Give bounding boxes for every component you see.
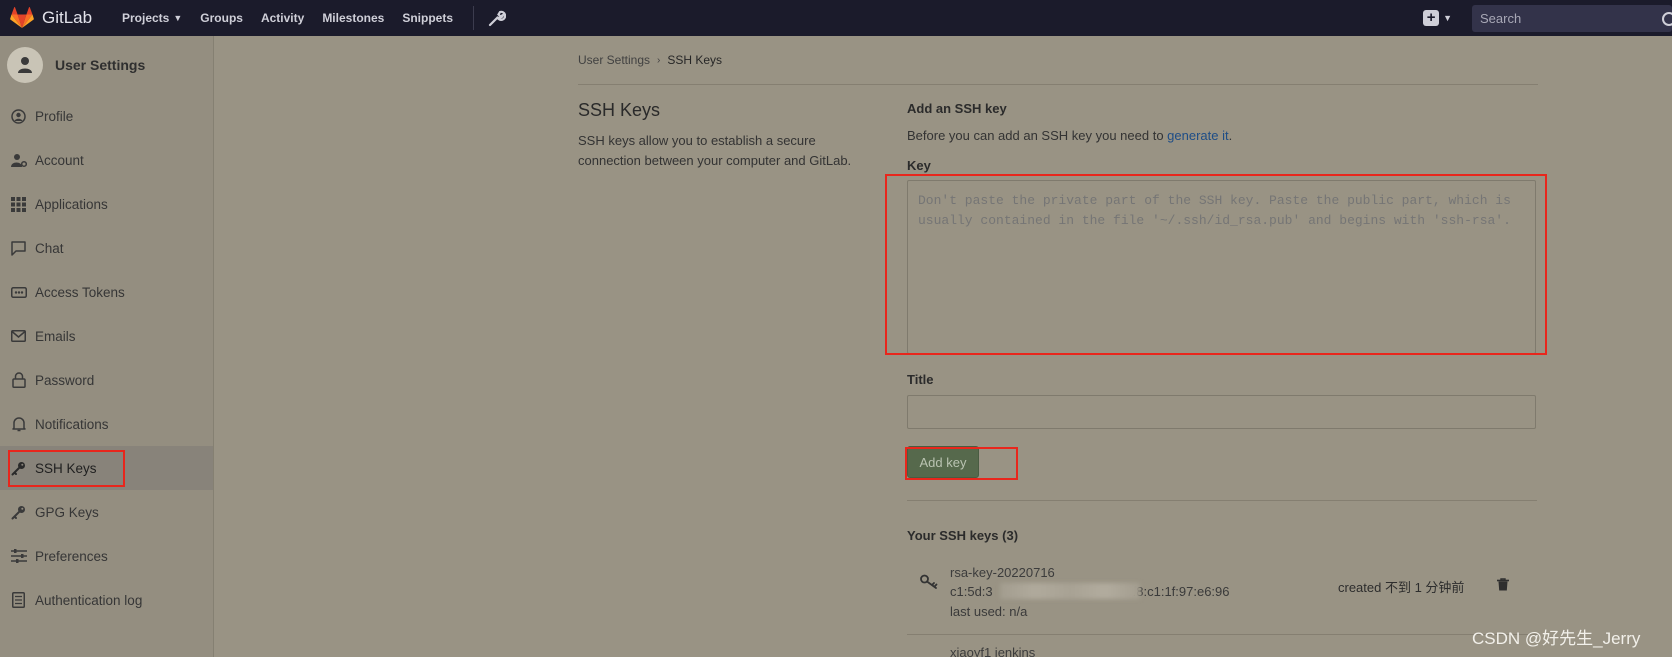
highlight-box <box>905 447 1018 480</box>
trash-icon[interactable] <box>1497 578 1509 594</box>
key-title-link[interactable]: xiaoyf1 jenkins <box>950 645 1035 657</box>
key-created-time: created 不到 1 分钟前 <box>1338 580 1465 595</box>
keys-list-heading: Your SSH keys (3) <box>907 528 1019 543</box>
sidebar-item-profile[interactable]: Profile <box>0 94 213 138</box>
sliders-icon <box>10 548 27 565</box>
form-help: Before you can add an SSH key you need t… <box>907 128 1537 143</box>
nav-projects[interactable]: Projects ▼ <box>122 11 182 25</box>
sidebar-header[interactable]: User Settings <box>0 36 213 94</box>
sidebar-item-label: Notifications <box>35 416 109 432</box>
key-last-used: last used: n/a <box>950 604 1028 619</box>
page-title: SSH Keys <box>578 100 661 120</box>
form-heading: Add an SSH key <box>907 101 1007 116</box>
token-icon <box>10 284 27 301</box>
chevron-down-icon: ▼ <box>173 13 183 23</box>
lock-icon <box>10 372 27 389</box>
divider <box>907 500 1537 501</box>
nav-divider <box>473 6 474 30</box>
redaction-blur <box>1000 583 1140 599</box>
admin-wrench-icon[interactable] <box>488 9 506 27</box>
sidebar-title: User Settings <box>55 57 146 73</box>
sidebar-item-label: GPG Keys <box>35 504 99 520</box>
sidebar-item-applications[interactable]: Applications <box>0 182 213 226</box>
sidebar-item-label: Emails <box>35 328 76 344</box>
sidebar-item-label: Applications <box>35 196 108 212</box>
sidebar-item-chat[interactable]: Chat <box>0 226 213 270</box>
key-label: Key <box>907 158 931 173</box>
sidebar-item-label: Preferences <box>35 548 108 564</box>
chevron-down-icon: ▼ <box>1443 13 1452 23</box>
sidebar-item-ssh-keys[interactable]: SSH Keys <box>0 446 213 490</box>
brand-name: GitLab <box>42 8 93 27</box>
sidebar-item-label: Account <box>35 152 84 168</box>
sidebar-item-password[interactable]: Password <box>0 358 213 402</box>
gitlab-logo[interactable]: GitLab <box>10 7 122 29</box>
sidebar-item-label: Password <box>35 372 95 388</box>
new-menu-button[interactable]: + ▼ <box>1423 10 1452 26</box>
sidebar-item-label: Profile <box>35 108 74 124</box>
divider <box>907 634 1537 635</box>
bell-icon <box>10 416 27 433</box>
section-description: SSH keys allow you to establish a secure… <box>578 133 852 168</box>
key-icon <box>920 574 938 593</box>
sidebar-item-label: Chat <box>35 240 64 256</box>
chat-icon <box>10 240 27 257</box>
user-avatar-icon <box>7 47 43 83</box>
fingerprint-start: c1:5d:3 <box>950 584 993 599</box>
chevron-right-icon: › <box>657 54 661 66</box>
title-label: Title <box>907 372 934 387</box>
log-icon <box>10 592 27 609</box>
sidebar-item-access-tokens[interactable]: Access Tokens <box>0 270 213 314</box>
breadcrumb-parent[interactable]: User Settings <box>578 53 650 67</box>
add-ssh-key-form: Add an SSH key Before you can add an SSH… <box>907 101 1537 143</box>
help-text: Before you can add an SSH key you need t… <box>907 128 1168 143</box>
sidebar-item-emails[interactable]: Emails <box>0 314 213 358</box>
highlight-box <box>8 449 125 487</box>
nav-snippets[interactable]: Snippets <box>402 11 453 25</box>
nav-projects-label: Projects <box>122 11 170 25</box>
profile-icon <box>10 108 27 125</box>
highlight-box <box>885 174 1547 355</box>
sidebar-item-preferences[interactable]: Preferences <box>0 534 213 578</box>
key-icon <box>10 504 27 521</box>
sidebar-item-gpg-keys[interactable]: GPG Keys <box>0 490 213 534</box>
settings-sidebar: User Settings Profile Account Applicatio… <box>0 36 214 657</box>
sidebar-item-notifications[interactable]: Notifications <box>0 402 213 446</box>
plus-icon: + <box>1423 10 1440 26</box>
breadcrumb: User Settings › SSH Keys <box>578 53 722 67</box>
sidebar-item-label: Authentication log <box>35 592 143 608</box>
nav-groups[interactable]: Groups <box>200 11 243 25</box>
fingerprint-end: f8:c1:1f:97:e6:96 <box>1132 584 1230 599</box>
top-navbar: GitLab Projects ▼ Groups Activity Milest… <box>0 0 1672 36</box>
title-input[interactable] <box>907 395 1536 429</box>
help-suffix: . <box>1228 128 1233 143</box>
applications-icon <box>10 196 27 213</box>
gitlab-tanuki-icon <box>10 7 34 28</box>
sidebar-item-account[interactable]: Account <box>0 138 213 182</box>
search-input[interactable]: Search <box>1472 4 1672 32</box>
key-title-link[interactable]: rsa-key-20220716 <box>950 565 1055 580</box>
generate-it-link[interactable]: generate it <box>1167 128 1228 143</box>
nav-activity[interactable]: Activity <box>261 11 304 25</box>
nav-milestones[interactable]: Milestones <box>322 11 384 25</box>
sidebar-item-authentication-log[interactable]: Authentication log <box>0 578 213 622</box>
watermark: CSDN @好先生_Jerry <box>1472 629 1641 648</box>
breadcrumb-current[interactable]: SSH Keys <box>667 53 722 67</box>
divider <box>578 84 1538 85</box>
account-icon <box>10 152 27 169</box>
email-icon <box>10 328 27 345</box>
sidebar-item-label: Access Tokens <box>35 284 125 300</box>
